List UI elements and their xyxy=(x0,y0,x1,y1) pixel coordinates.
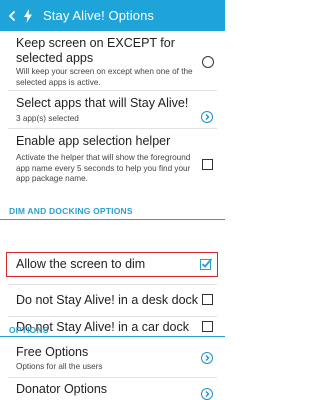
app-bar: Stay Alive! Options xyxy=(0,0,225,31)
item-title: Select apps that will Stay Alive! xyxy=(16,96,189,110)
item-title: Free Options xyxy=(16,345,89,359)
chevron-right-icon[interactable] xyxy=(201,352,213,364)
item-subtitle: Activate the helper that will show the f… xyxy=(16,153,191,183)
free-options-item[interactable]: Free Options Options for all the users xyxy=(0,337,225,373)
lightning-bolt-icon xyxy=(23,0,37,31)
item-title: Enable app selection helper xyxy=(16,134,171,148)
donator-options-item[interactable]: Donator Options xyxy=(0,378,225,400)
item-title-line2: selected apps xyxy=(16,51,94,65)
section-header-dim-docking: DIM AND DOCKING OPTIONS xyxy=(9,206,133,216)
item-subtitle: Options for all the users xyxy=(16,362,103,371)
chevron-right-icon[interactable] xyxy=(201,388,213,400)
app-selection-helper-item[interactable]: Enable app selection helper Activate the… xyxy=(0,129,225,193)
checkbox[interactable] xyxy=(202,321,213,332)
checkbox[interactable] xyxy=(202,159,213,170)
item-title: Donator Options xyxy=(16,382,108,396)
section-header-options: OPTIONS xyxy=(9,325,49,335)
item-subtitle: 3 app(s) selected xyxy=(16,114,79,123)
page-title: Stay Alive! Options xyxy=(43,8,155,23)
radio-button[interactable] xyxy=(202,56,214,68)
section-divider xyxy=(0,219,225,220)
select-apps-item[interactable]: Select apps that will Stay Alive! 3 app(… xyxy=(0,91,225,127)
checkbox[interactable] xyxy=(202,294,213,305)
item-subtitle: Will keep your screen on except when one… xyxy=(16,67,193,87)
highlight-box xyxy=(6,252,218,277)
back-arrow-icon[interactable] xyxy=(5,0,19,31)
item-title: Keep screen on EXCEPT for xyxy=(16,36,175,50)
desk-dock-item[interactable]: Do not Stay Alive! in a desk dock xyxy=(0,285,225,313)
keep-screen-on-except-item[interactable]: Keep screen on EXCEPT for selected apps … xyxy=(0,31,225,88)
item-title: Do not Stay Alive! in a desk dock xyxy=(16,293,199,307)
chevron-right-icon[interactable] xyxy=(201,111,213,123)
